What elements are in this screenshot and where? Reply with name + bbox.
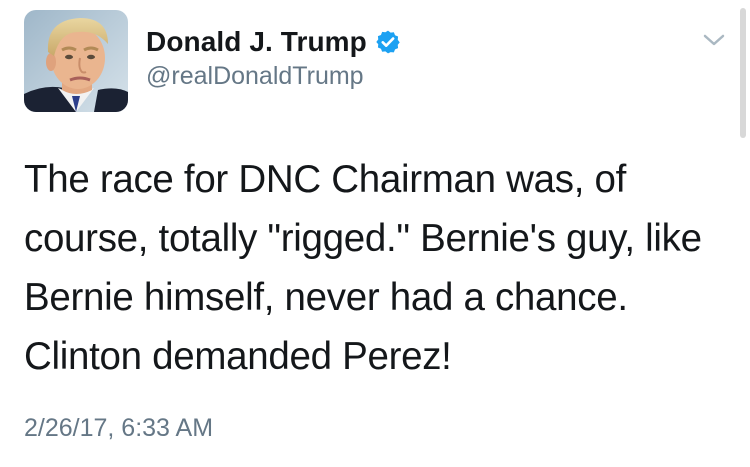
tweet-card: Donald J. Trump @realDonaldTrump The rac… <box>0 0 750 467</box>
author-name-row[interactable]: Donald J. Trump <box>146 24 401 60</box>
scrollbar[interactable] <box>740 8 746 138</box>
tweet-timestamp[interactable]: 2/26/17, 6:33 AM <box>24 414 213 443</box>
avatar[interactable] <box>24 10 128 112</box>
verified-badge-icon <box>375 29 401 55</box>
chevron-down-icon[interactable] <box>700 30 728 50</box>
profile-photo-icon <box>24 10 128 112</box>
author-handle[interactable]: @realDonaldTrump <box>146 62 364 91</box>
display-name[interactable]: Donald J. Trump <box>146 26 367 58</box>
tweet-text: The race for DNC Chairman was, of course… <box>24 158 702 378</box>
